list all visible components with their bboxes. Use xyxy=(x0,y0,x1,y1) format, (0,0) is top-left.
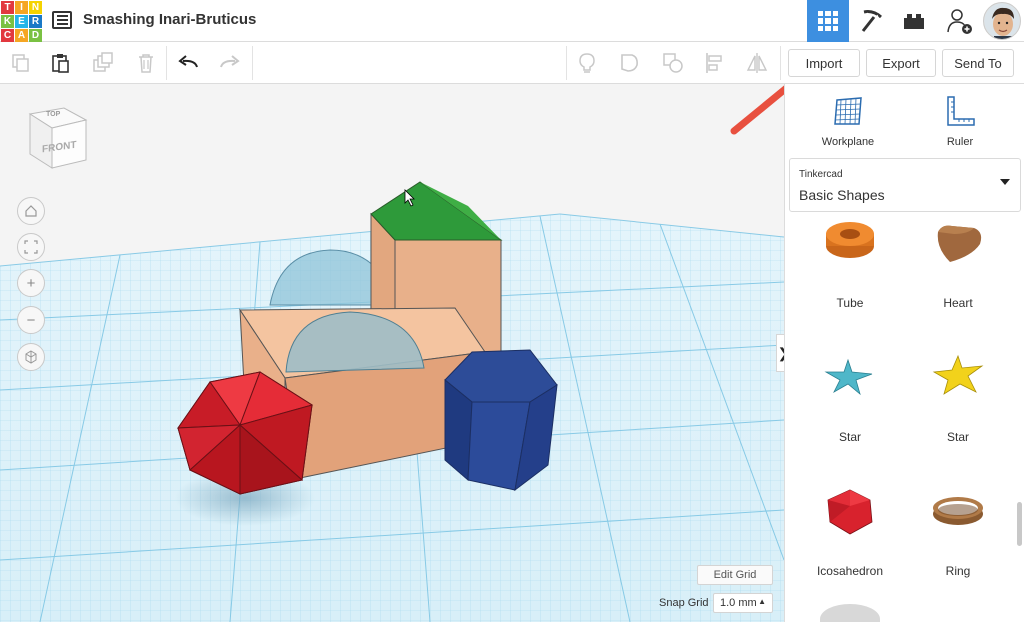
star-icon xyxy=(932,354,984,395)
workplane-tool[interactable]: Workplane xyxy=(793,92,903,148)
snap-grid-value: 1.0 mm xyxy=(720,597,757,609)
fit-icon xyxy=(24,240,38,254)
grid-icon xyxy=(818,11,838,31)
align-button[interactable] xyxy=(702,50,728,76)
ungroup-icon xyxy=(663,53,683,73)
snap-grid-select[interactable]: 1.0 mm ▲ xyxy=(713,593,773,613)
redo-icon xyxy=(220,55,240,68)
delete-button[interactable] xyxy=(133,50,159,76)
workplane-viewport[interactable]: TOP FRONT + − Edit Grid Snap Grid 1.0 mm… xyxy=(0,84,784,622)
add-user-icon xyxy=(947,9,972,34)
logo-letter: I xyxy=(15,1,28,14)
shape-label: Heart xyxy=(943,296,973,310)
workplane-icon xyxy=(834,97,862,125)
tab-lego[interactable] xyxy=(893,0,935,42)
logo-letter: R xyxy=(29,15,42,28)
shape-label: Star xyxy=(838,430,861,444)
mirror-button[interactable] xyxy=(744,50,770,76)
import-button[interactable]: Import xyxy=(788,49,860,77)
shape-item[interactable]: Ring xyxy=(903,472,1013,596)
undo-icon xyxy=(178,55,198,68)
edit-toolbar: Import Export Send To xyxy=(0,42,1024,84)
mirror-icon xyxy=(746,53,768,73)
view-cube[interactable]: TOP FRONT xyxy=(24,102,94,172)
shape-label: Star xyxy=(946,430,969,444)
snap-grid-label: Snap Grid xyxy=(659,597,709,609)
panel-scrollbar[interactable] xyxy=(1017,502,1022,546)
home-icon xyxy=(25,205,37,217)
align-icon xyxy=(706,53,722,73)
ruler-icon xyxy=(947,96,975,126)
group-icon xyxy=(621,54,638,72)
library-name: Basic Shapes xyxy=(799,187,885,203)
scene-canvas[interactable] xyxy=(0,84,784,622)
zoom-in-icon: + xyxy=(26,274,36,292)
chevron-up-icon: ▲ xyxy=(758,597,766,606)
shape-item[interactable]: Icosahedron xyxy=(795,472,905,596)
notes-button[interactable] xyxy=(574,50,600,76)
logo-letter: N xyxy=(29,1,42,14)
ungroup-button[interactable] xyxy=(660,50,686,76)
copy-button[interactable] xyxy=(8,50,34,76)
fit-view-button[interactable] xyxy=(17,233,45,261)
paste-button[interactable] xyxy=(48,50,74,76)
perspective-button[interactable] xyxy=(17,343,45,371)
send-to-button[interactable]: Send To xyxy=(942,49,1014,77)
shape-item[interactable]: Heart xyxy=(903,204,1013,328)
shape-item-partial[interactable] xyxy=(820,604,880,622)
caret-down-icon xyxy=(1000,179,1010,185)
shape-item[interactable]: Tube xyxy=(795,204,905,328)
home-view-button[interactable] xyxy=(17,197,45,225)
zoom-in-button[interactable]: + xyxy=(17,269,45,297)
tab-3d-design[interactable] xyxy=(807,0,849,42)
copy-icon xyxy=(12,54,29,72)
library-category: Tinkercad xyxy=(799,169,843,180)
logo-letter: D xyxy=(29,29,42,42)
brick-icon xyxy=(904,14,924,29)
logo-letter: A xyxy=(15,29,28,42)
export-button[interactable]: Export xyxy=(866,49,936,77)
annotation-arrow xyxy=(730,85,784,135)
delete-icon xyxy=(139,54,153,73)
shape-label: Tube xyxy=(836,296,864,310)
tab-add-user[interactable] xyxy=(938,0,980,42)
paste-icon xyxy=(52,54,69,73)
logo-letter: T xyxy=(1,1,14,14)
duplicate-icon xyxy=(93,52,113,72)
logo-letter: E xyxy=(15,15,28,28)
shape-label: Ring xyxy=(945,564,971,578)
view-cube-top-label[interactable]: TOP xyxy=(46,111,60,118)
star-icon xyxy=(824,358,873,396)
perspective-icon xyxy=(25,350,37,364)
ruler-tool[interactable]: Ruler xyxy=(905,92,1015,148)
shape-item[interactable]: Star xyxy=(795,338,905,462)
undo-button[interactable] xyxy=(176,50,202,76)
top-bar: T I N K E R C A D Smashing Inari-Bruticu… xyxy=(0,0,1024,42)
pickaxe-icon xyxy=(861,10,882,32)
ruler-label: Ruler xyxy=(946,136,974,148)
edit-grid-button[interactable]: Edit Grid xyxy=(697,565,773,585)
shapes-panel: Workplane Ruler Tinkercad Basic Shapes T… xyxy=(784,84,1024,622)
ring-icon xyxy=(933,497,983,525)
document-title[interactable]: Smashing Inari-Bruticus xyxy=(83,11,256,28)
user-avatar[interactable] xyxy=(983,2,1021,40)
logo-letter: K xyxy=(1,15,14,28)
heart-icon xyxy=(937,225,982,262)
tube-icon xyxy=(826,222,874,258)
duplicate-button[interactable] xyxy=(90,50,116,76)
design-list-icon[interactable] xyxy=(52,11,72,29)
zoom-out-button[interactable]: − xyxy=(17,306,45,334)
lightbulb-icon xyxy=(579,53,595,73)
shape-item[interactable]: Star xyxy=(903,338,1013,462)
tab-minecraft[interactable] xyxy=(851,0,893,42)
workplane-label: Workplane xyxy=(821,136,875,148)
logo-letter: C xyxy=(1,29,14,42)
avatar-portrait xyxy=(984,3,1020,39)
group-button[interactable] xyxy=(617,50,643,76)
tinkercad-logo[interactable]: T I N K E R C A D xyxy=(0,0,42,42)
zoom-out-icon: − xyxy=(26,311,36,329)
redo-button[interactable] xyxy=(216,50,242,76)
shape-label: Icosahedron xyxy=(816,564,884,578)
icosahedron-icon xyxy=(827,489,873,535)
